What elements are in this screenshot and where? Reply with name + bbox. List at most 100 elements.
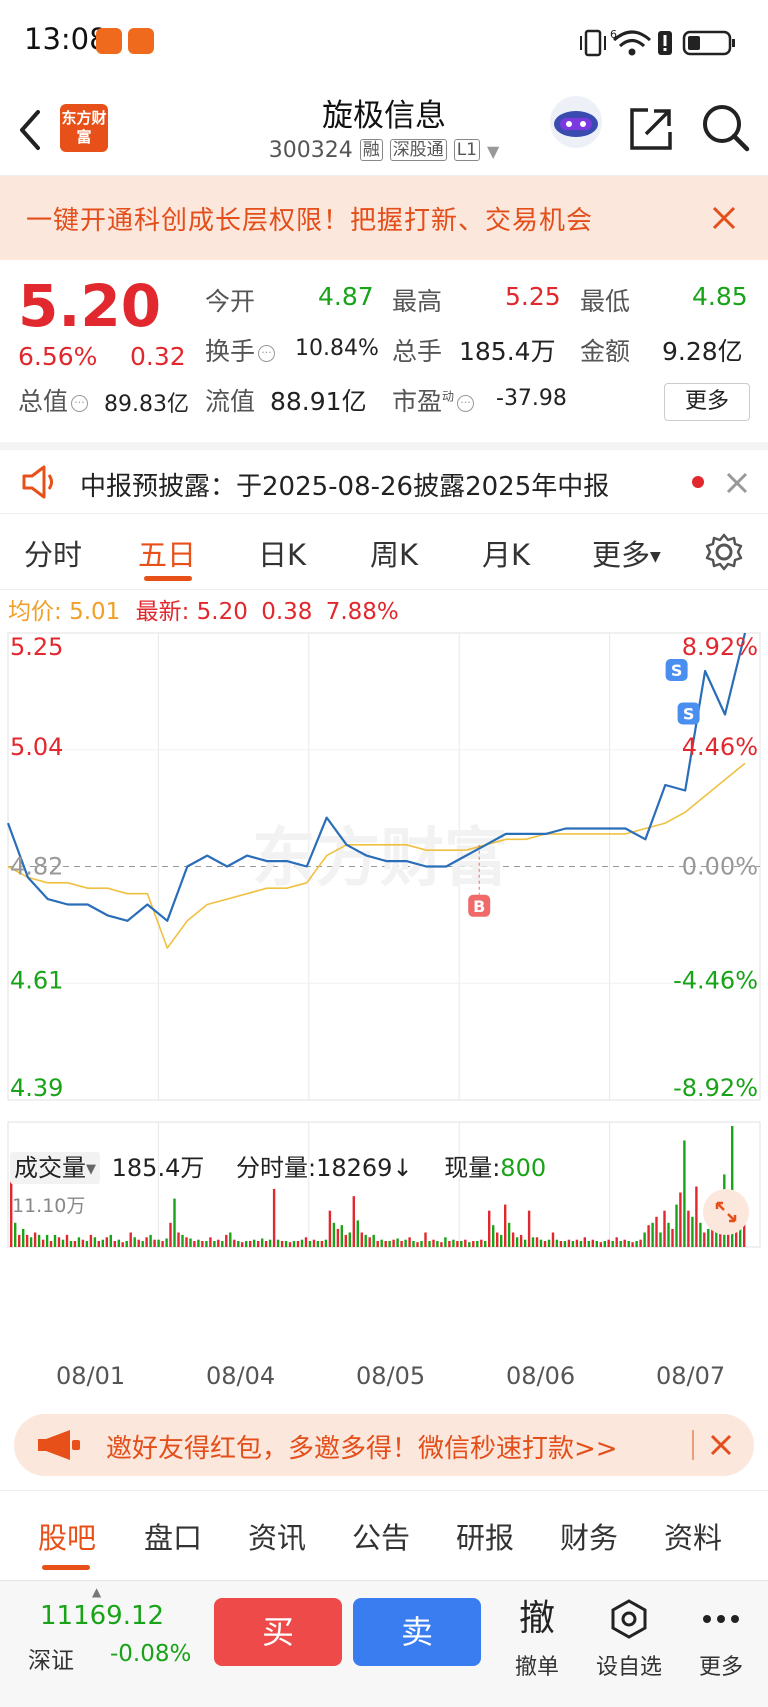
volume-bar [340, 1225, 343, 1247]
volume-bar [344, 1234, 347, 1247]
volume-selector[interactable]: 成交量▼ [10, 1152, 100, 1184]
content-tabs: 股吧 盘口 资讯 公告 研报 财务 资料 [0, 1490, 768, 1580]
volume-bar [185, 1237, 188, 1247]
volume-bar [264, 1241, 268, 1248]
low-value: 4.85 [692, 282, 748, 311]
volume-bar [121, 1242, 124, 1247]
info-icon[interactable]: ··· [457, 395, 475, 412]
volume-bar [304, 1237, 308, 1247]
buy-button[interactable]: 买 [214, 1598, 342, 1666]
close-icon[interactable] [712, 206, 736, 230]
divider [692, 1430, 694, 1460]
change-pct: 6.56% [18, 342, 98, 371]
volume-bar [364, 1234, 367, 1247]
watchlist-label: 设自选 [595, 1655, 662, 1680]
megaphone-icon [38, 1430, 80, 1460]
tab-pankou[interactable]: 盘口 [144, 1515, 202, 1557]
stock-code: 300324 [268, 138, 353, 163]
tab-announcements[interactable]: 公告 [352, 1515, 410, 1557]
tab-guba[interactable]: 股吧 [38, 1515, 96, 1557]
marker-label: S [671, 661, 683, 680]
tab-research[interactable]: 研报 [456, 1515, 514, 1557]
search-icon[interactable] [700, 102, 752, 154]
volume-bar [233, 1239, 236, 1247]
share-icon[interactable] [628, 106, 674, 152]
change-amount: 0.32 [130, 342, 186, 371]
notice-bar[interactable]: 中报预披露：于2025-08-26披露2025年中报 [0, 442, 768, 514]
volume-bar [145, 1237, 148, 1247]
expand-up-icon[interactable]: ▲ [92, 1585, 101, 1599]
more-button[interactable]: 更多 [664, 383, 750, 421]
volume-bar [368, 1237, 371, 1247]
add-watchlist-button[interactable]: 设自选 [584, 1595, 674, 1681]
volume-bar [623, 1239, 626, 1247]
five-day-chart[interactable]: 东方财富 BSS 5.255.044.824.614.398.92%4.46%0… [0, 630, 768, 1360]
volume-bar [93, 1237, 97, 1247]
volume-bar [125, 1241, 128, 1248]
chart-tabs: 分时 五日 日K 周K 月K 更多▼ [0, 514, 768, 590]
tab-monthly-k[interactable]: 月K [482, 532, 530, 574]
volume-bar [257, 1241, 260, 1248]
volume-bar [472, 1241, 475, 1248]
tab-news[interactable]: 资讯 [248, 1515, 306, 1557]
invite-promo[interactable]: 邀好友得红包，多邀多得！微信秒速打款>> [14, 1414, 754, 1476]
connect-tag: 深股通 [389, 139, 447, 161]
promo-banner[interactable]: 一键开通科创成长层权限！把握打新、交易机会 [0, 176, 768, 260]
settings-icon[interactable] [704, 532, 744, 572]
volume-bar [376, 1241, 379, 1248]
volume-bar [408, 1237, 411, 1247]
volume-bar [33, 1232, 37, 1247]
tab-weekly-k[interactable]: 周K [370, 532, 418, 574]
volume-bar [480, 1239, 483, 1247]
tab-daily-k[interactable]: 日K [258, 532, 306, 574]
tab-intraday[interactable]: 分时 [24, 532, 82, 574]
cancel-label: 撤单 [514, 1655, 559, 1680]
info-icon[interactable]: ··· [258, 345, 276, 362]
cancel-order-button[interactable]: 撤 撤单 [492, 1595, 582, 1681]
volume-bar [515, 1237, 519, 1247]
volume-bar [181, 1234, 184, 1247]
sell-button[interactable]: 卖 [353, 1598, 481, 1666]
volume-bar [201, 1241, 204, 1248]
volume-bar [579, 1241, 583, 1248]
trade-footer: ▲ 11169.12 深证 -0.08% 买 卖 撤 撤单 设自选 更多 [0, 1580, 768, 1707]
more-menu-button[interactable]: 更多 [676, 1595, 766, 1681]
volume-bar [671, 1228, 674, 1247]
tab-more[interactable]: 更多▼ [592, 532, 661, 574]
volume-bar [603, 1241, 606, 1248]
tab-profile[interactable]: 资料 [664, 1515, 722, 1557]
volume-bar [655, 1216, 658, 1248]
open-label: 今开 [205, 287, 256, 316]
y-tick-label-pct: 8.92% [682, 633, 758, 661]
volume-bar [551, 1232, 555, 1247]
current-volume-label: 现量: [444, 1154, 501, 1182]
fs-volume-value: 18269 [316, 1154, 393, 1182]
volume-bar [527, 1210, 531, 1247]
volume-bar [205, 1241, 208, 1248]
volume-bar [507, 1222, 511, 1247]
amount-label: 金额 [580, 337, 631, 366]
tab-five-day[interactable]: 五日 [138, 532, 196, 574]
volume-bar [611, 1241, 614, 1248]
index-value[interactable]: 11169.12 [40, 1601, 164, 1631]
volume-bar [85, 1241, 89, 1248]
volume-bar [448, 1241, 451, 1248]
close-icon[interactable] [710, 1434, 732, 1456]
tab-finance[interactable]: 财务 [560, 1515, 618, 1557]
info-icon[interactable]: ··· [71, 395, 89, 412]
volume-total: 185.4万 [111, 1154, 205, 1182]
avg-value: 5.01 [69, 599, 121, 625]
volume-bar [635, 1241, 638, 1248]
volume-bar [280, 1241, 284, 1248]
volume-bar [105, 1237, 108, 1247]
close-icon[interactable] [726, 472, 748, 494]
volume-bar [464, 1239, 467, 1247]
current-price: 5.20 [18, 272, 162, 340]
assistant-robot-icon[interactable] [548, 94, 604, 150]
alert-icon [658, 31, 672, 55]
low-label: 最低 [580, 287, 631, 316]
notification-icon [96, 28, 122, 54]
volume-bar [241, 1242, 244, 1247]
volume-bar [53, 1234, 57, 1247]
volume-bar [595, 1241, 598, 1248]
